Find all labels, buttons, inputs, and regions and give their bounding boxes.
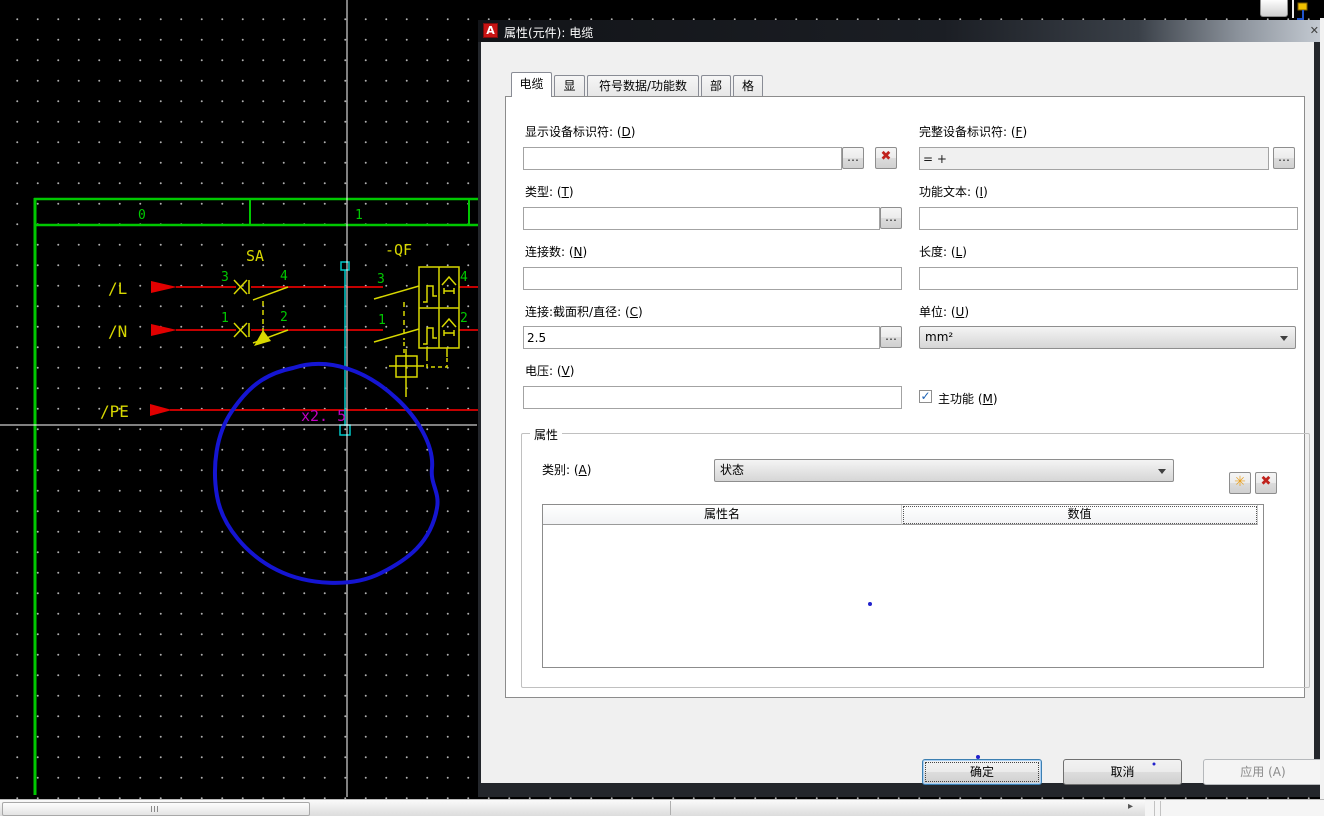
voltage-label: 电压: (V)	[525, 364, 575, 378]
dialog-title: 属性(元件): 电缆	[504, 26, 594, 40]
function-text-label: 功能文本: (I)	[919, 185, 988, 199]
tab-display[interactable]: 显示	[554, 75, 585, 113]
svg-text:3: 3	[221, 270, 229, 285]
dialog-titlebar[interactable]: A 属性(元件): 电缆 ✕	[478, 20, 1324, 42]
apply-button: 应用 (A)	[1203, 759, 1323, 785]
svg-text:3: 3	[377, 272, 385, 287]
close-icon[interactable]: ✕	[1310, 24, 1319, 37]
screen: 0 1 /L /N /PE SA 3 4 1 2 -QF 3 4 1 2 x2.…	[0, 0, 1324, 816]
unit-select[interactable]: mm²	[919, 326, 1296, 349]
display-dt-input[interactable]	[523, 147, 842, 170]
conn-count-input[interactable]	[523, 267, 902, 290]
breaker-qf-symbol	[373, 266, 460, 397]
ok-button[interactable]: 确定	[922, 759, 1042, 785]
background-toolbar-icon	[1297, 2, 1308, 20]
tab-format[interactable]: 格式	[733, 75, 763, 113]
chevron-down-icon	[1158, 469, 1166, 474]
type-browse-button[interactable]: …	[880, 207, 902, 229]
svg-text:4: 4	[280, 269, 288, 284]
switch-sa-arrow	[254, 330, 271, 346]
display-dt-delete-button[interactable]: ✖	[875, 147, 897, 169]
column-label-0: 0	[138, 208, 146, 223]
sa-terminal-numbers: 3 4 1 2	[221, 269, 288, 326]
background-window-divider	[1292, 0, 1294, 18]
new-attribute-button[interactable]: ✳	[1229, 472, 1251, 494]
attributes-groupbox: 属性 类别: (A) 状态 ✳ ✖ 属性名 数值	[521, 426, 1310, 688]
svg-text:4: 4	[460, 270, 468, 285]
svg-text:2: 2	[280, 310, 288, 325]
cursor-annotation-text: x2. 5	[301, 407, 346, 425]
svg-text:1: 1	[378, 313, 386, 328]
tab-cable[interactable]: 电缆	[511, 72, 552, 97]
tab-page-cable: 显示设备标识符: (D) … ✖ 完整设备标识符: (F) … 类型: (T) …	[505, 96, 1310, 698]
full-dt-browse-button[interactable]: …	[1273, 147, 1295, 169]
length-input[interactable]	[919, 267, 1298, 290]
switch-sa-label: SA	[246, 247, 264, 265]
svg-text:2: 2	[460, 311, 468, 326]
category-select[interactable]: 状态	[714, 459, 1174, 482]
eplan-logo-icon: A	[483, 23, 498, 38]
category-value: 状态	[720, 463, 745, 477]
full-dt-input[interactable]	[919, 147, 1269, 170]
background-window-button	[1260, 0, 1288, 17]
cross-section-browse-button[interactable]: …	[880, 326, 902, 348]
column-header-property-name[interactable]: 属性名	[543, 505, 902, 525]
cross-section-label: 连接:截面积/直径: (C)	[525, 305, 643, 319]
properties-dialog: A 属性(元件): 电缆 ✕ 电缆 显示 符号数据/功能数据 部件 格式 显示设…	[478, 20, 1324, 797]
crosshair-cursor	[0, 0, 477, 797]
cancel-button[interactable]: 取消	[1063, 759, 1182, 785]
scrollbar-thumb[interactable]	[2, 802, 310, 816]
main-function-checkbox[interactable]: ✓	[919, 390, 932, 403]
display-dt-label: 显示设备标识符: (D)	[525, 125, 636, 139]
category-label: 类别: (A)	[542, 463, 592, 477]
unit-value: mm²	[925, 330, 954, 344]
tab-parts[interactable]: 部件	[701, 75, 731, 113]
attributes-legend: 属性	[530, 426, 563, 443]
length-label: 长度: (L)	[919, 245, 967, 259]
scrollbar-endcap	[670, 801, 671, 815]
delete-attribute-button[interactable]: ✖	[1255, 472, 1277, 494]
dialog-body: 电缆 显示 符号数据/功能数据 部件 格式 显示设备标识符: (D) … ✖ 完…	[481, 42, 1323, 785]
wire-label-l: /L	[108, 279, 127, 298]
scroll-right-icon[interactable]: ▸	[1128, 801, 1133, 812]
full-dt-label: 完整设备标识符: (F)	[919, 125, 1028, 139]
svg-text:1: 1	[221, 311, 229, 326]
type-input[interactable]	[523, 207, 880, 230]
annotation-circle	[213, 362, 440, 585]
display-dt-browse-button[interactable]: …	[842, 147, 864, 169]
wire-arrows	[150, 281, 177, 416]
qf-terminal-numbers: 3 4 1 2	[377, 270, 468, 328]
screen-edge-strip	[1320, 18, 1324, 799]
type-label: 类型: (T)	[525, 185, 574, 199]
wire-label-n: /N	[108, 322, 127, 341]
breaker-qf-label: -QF	[385, 241, 412, 259]
cross-section-input[interactable]	[523, 326, 880, 349]
column-header-value[interactable]: 数值	[902, 505, 1258, 525]
function-text-input[interactable]	[919, 207, 1298, 230]
thumb-grip	[151, 806, 152, 812]
horizontal-scrollbar[interactable]: ▸	[0, 799, 1324, 816]
chevron-down-icon	[1280, 336, 1288, 341]
main-function-label: 主功能 (M)	[938, 392, 998, 406]
tab-symbol-function-data[interactable]: 符号数据/功能数据	[587, 75, 699, 113]
unit-label: 单位: (U)	[919, 305, 970, 319]
statusbar-right-panel	[1145, 800, 1324, 816]
wire-label-pe: /PE	[100, 402, 129, 421]
thumb-grip	[157, 806, 158, 812]
attributes-table: 属性名 数值	[542, 504, 1264, 668]
voltage-input[interactable]	[523, 386, 902, 409]
thumb-grip	[154, 806, 155, 812]
conn-count-label: 连接数: (N)	[525, 245, 588, 259]
column-label-1: 1	[355, 208, 363, 223]
